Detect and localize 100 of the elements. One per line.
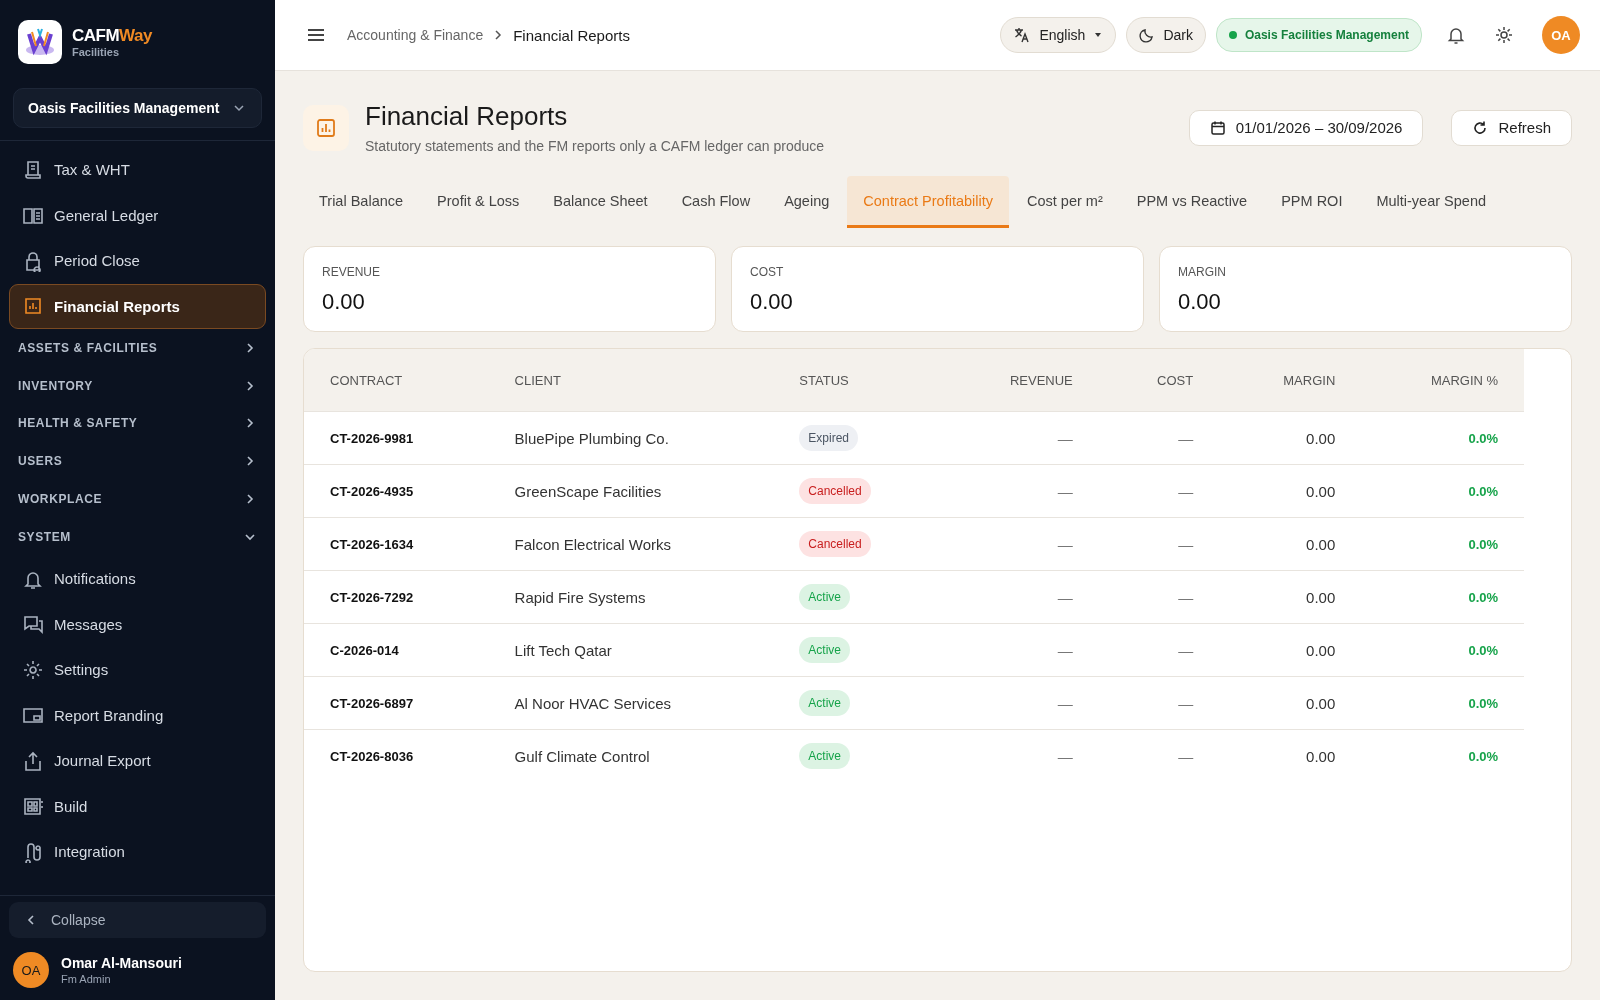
report-tab[interactable]: Ageing xyxy=(768,176,846,228)
table-cell: C-2026-014 xyxy=(304,623,489,677)
organization-dropdown[interactable]: Oasis Facilities Management xyxy=(13,88,262,128)
table-cell: 0.0% xyxy=(1361,517,1525,571)
table-cell: BluePipe Plumbing Co. xyxy=(488,411,774,465)
table-cell: Al Noor HVAC Services xyxy=(488,676,774,730)
chevron-right-icon xyxy=(244,341,256,354)
user-role: Fm Admin xyxy=(61,973,112,985)
sidebar-section[interactable]: HEALTH & SAFETY xyxy=(9,404,266,443)
kpi-label: COST xyxy=(750,265,785,279)
refresh-icon xyxy=(1472,119,1489,136)
status-badge: Active xyxy=(799,690,851,716)
collapse-button[interactable]: Collapse xyxy=(9,902,266,938)
report-tab[interactable]: Balance Sheet xyxy=(537,176,664,228)
report-tab[interactable]: Cash Flow xyxy=(665,176,767,228)
report-tab[interactable]: PPM vs Reactive xyxy=(1120,176,1264,228)
chevron-right-icon xyxy=(244,379,256,392)
sidebar-item[interactable]: Journal Export xyxy=(9,737,266,784)
table-cell: 0.0% xyxy=(1361,623,1525,677)
sidebar-item[interactable]: Financial Reports xyxy=(9,283,266,329)
sidebar-item[interactable]: General Ledger xyxy=(9,192,266,238)
table-cell: — xyxy=(1098,464,1220,518)
calendar-icon xyxy=(1209,119,1226,136)
table-cell: 0.00 xyxy=(1219,517,1362,571)
report-tab[interactable]: PPM ROI xyxy=(1265,176,1359,228)
table-cell: — xyxy=(1098,570,1220,624)
sidebar-section[interactable]: INVENTORY xyxy=(9,366,266,405)
notification-bell-icon[interactable] xyxy=(1446,25,1466,45)
table-cell: — xyxy=(1098,676,1220,730)
kpi-value: 0.00 xyxy=(750,289,794,315)
sidebar-item[interactable]: Period Close xyxy=(9,238,266,284)
report-tab[interactable]: Profit & Loss xyxy=(421,176,536,228)
table-cell: 0.00 xyxy=(1219,464,1362,518)
theme-button[interactable]: Dark xyxy=(1126,17,1206,53)
moon-icon xyxy=(1139,27,1156,43)
user-name: Omar Al-Mansouri xyxy=(61,955,182,971)
table-cell: CT-2026-7292 xyxy=(304,570,489,624)
sidebar-section[interactable]: SYSTEM xyxy=(9,518,266,556)
brand-subtitle: Facilities xyxy=(72,46,121,58)
sidebar-item[interactable]: Notifications xyxy=(9,555,266,602)
report-tab[interactable]: Cost per m² xyxy=(1011,176,1119,228)
date-range-picker[interactable]: 01/01/2026 – 30/09/2026 xyxy=(1188,109,1424,146)
table-cell: CT-2026-6897 xyxy=(304,676,489,730)
table-cell: — xyxy=(1098,517,1220,571)
breadcrumb-link[interactable]: Financial Reports xyxy=(513,26,630,44)
refresh-button[interactable]: Refresh xyxy=(1451,109,1572,146)
table-cell: Gulf Climate Control xyxy=(488,729,774,782)
report-tab[interactable]: Trial Balance xyxy=(303,176,420,228)
table-cell: — xyxy=(941,464,1099,518)
table-cell: 0.0% xyxy=(1361,570,1525,624)
report-tab[interactable]: Multi-year Spend xyxy=(1360,176,1503,228)
table-cell: Falcon Electrical Works xyxy=(488,517,774,571)
sidebar-item[interactable]: Integration xyxy=(9,828,266,875)
table-cell: CT-2026-9981 xyxy=(304,411,489,465)
sidebar-item[interactable]: Tax & WHT xyxy=(9,147,266,193)
table-cell: 0.0% xyxy=(1361,676,1525,730)
sidebar-item[interactable]: Settings xyxy=(9,646,266,693)
user-avatar[interactable]: OA xyxy=(13,952,49,988)
breadcrumb-link[interactable]: Accounting & Finance xyxy=(347,27,484,43)
table-cell: — xyxy=(1098,729,1220,782)
table-cell: 0.00 xyxy=(1219,676,1362,730)
sidebar-item[interactable]: Messages xyxy=(9,601,266,647)
sidebar-item[interactable]: Build xyxy=(9,783,266,829)
status-badge: Expired xyxy=(799,425,859,451)
kpi-value: 0.00 xyxy=(322,289,366,315)
chevron-right-icon xyxy=(244,493,256,506)
table-cell: — xyxy=(1098,411,1220,465)
page-title: Financial Reports xyxy=(365,101,569,132)
column-header: STATUS xyxy=(773,349,942,412)
chevron-right-icon xyxy=(244,455,256,468)
table-cell: — xyxy=(941,623,1099,677)
column-header: MARGIN % xyxy=(1361,349,1525,412)
table-cell: CT-2026-4935 xyxy=(304,464,489,518)
status-badge: Active xyxy=(799,584,851,610)
table-cell: — xyxy=(941,570,1099,624)
column-header: CLIENT xyxy=(488,349,774,412)
sidebar-section[interactable]: ASSETS & FACILITIES xyxy=(9,329,266,367)
table-cell: 0.00 xyxy=(1219,729,1362,782)
status-badge: Cancelled xyxy=(799,531,871,557)
sidebar-section[interactable]: WORKPLACE xyxy=(9,480,266,518)
column-header: CONTRACT xyxy=(304,349,489,412)
chevron-down-icon xyxy=(233,102,245,114)
table-cell: — xyxy=(941,729,1099,782)
status-dot-icon xyxy=(1228,31,1237,39)
table-cell: Rapid Fire Systems xyxy=(488,570,774,624)
translate-icon xyxy=(1013,26,1032,44)
table-cell: 0.00 xyxy=(1219,570,1362,624)
kpi-label: REVENUE xyxy=(322,265,381,279)
sidebar-item[interactable]: Report Branding xyxy=(9,692,266,738)
kpi-label: MARGIN xyxy=(1178,265,1227,279)
table-cell: 0.0% xyxy=(1361,411,1525,465)
table-cell: 0.00 xyxy=(1219,411,1362,465)
table-cell: 0.00 xyxy=(1219,623,1362,677)
sidebar-section[interactable]: USERS xyxy=(9,442,266,481)
brand-name: CAFMWay xyxy=(72,26,152,46)
bar-chart-icon xyxy=(303,104,349,151)
language-dropdown[interactable]: English xyxy=(1000,17,1117,53)
status-badge: Cancelled xyxy=(799,478,871,504)
chevron-left-icon xyxy=(25,914,37,926)
table-cell: 0.0% xyxy=(1361,464,1525,518)
